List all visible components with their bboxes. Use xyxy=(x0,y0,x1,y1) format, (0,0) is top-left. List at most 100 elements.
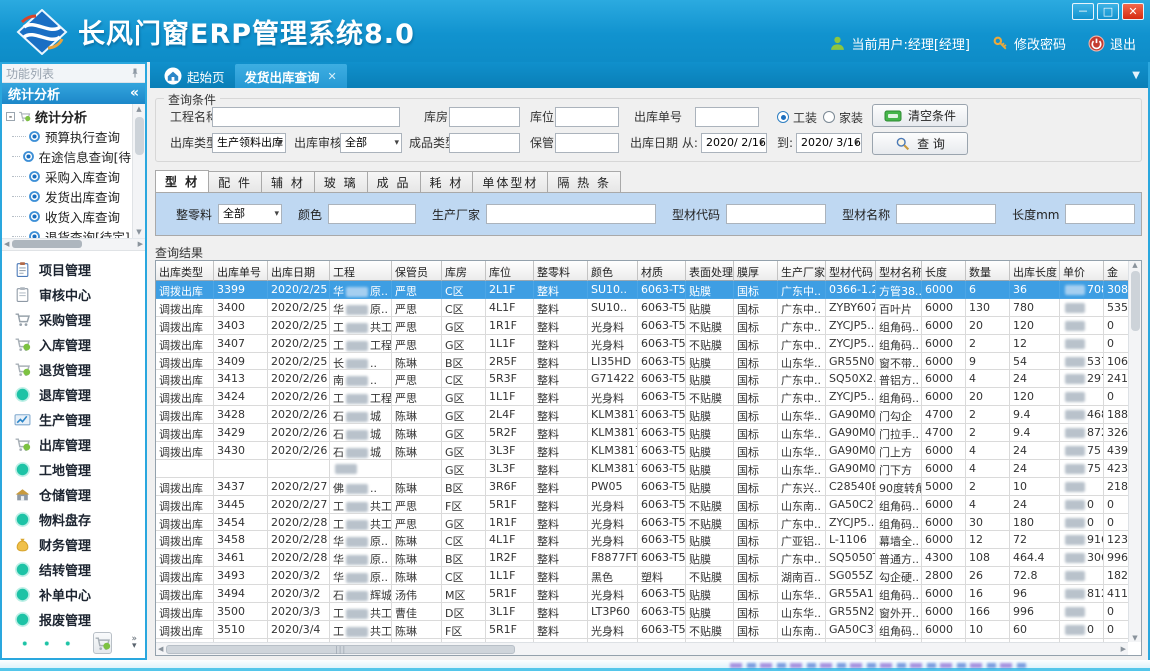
column-header-表面处理[interactable]: 表面处理 xyxy=(686,261,734,281)
table-row[interactable]: 调拨出库34292020/2/26石城陈琳G区5R2F整料KLM38176063… xyxy=(156,424,1128,442)
table-row[interactable]: 调拨出库35102020/3/4工共工程陈琳F区5R1F整料光身料6063-T5… xyxy=(156,621,1128,639)
出库审核-select[interactable]: 全部 xyxy=(340,133,402,153)
工程名称-input[interactable] xyxy=(212,107,400,127)
tree-expander-icon[interactable]: - xyxy=(6,112,15,121)
radio-dot-icon[interactable] xyxy=(777,111,789,123)
tree-item[interactable]: 在途信息查询[待 xyxy=(6,147,131,167)
change-password-button[interactable]: 修改密码 xyxy=(992,34,1066,53)
material-tab-6[interactable]: 耗 材 xyxy=(420,171,474,192)
logout-button[interactable]: 退出 xyxy=(1088,34,1136,53)
sidebar-item-入库管理[interactable]: 入库管理 xyxy=(14,332,145,357)
sidebar-item-仓储管理[interactable]: 仓储管理 xyxy=(14,482,145,507)
tab-close-icon[interactable]: ✕ xyxy=(328,70,337,83)
table-row[interactable]: 调拨出库34372020/2/27佛..陈琳B区3R6F整料PW056063-T… xyxy=(156,478,1128,496)
pin-icon[interactable] xyxy=(129,67,141,79)
column-header-型材代码[interactable]: 型材代码 xyxy=(826,261,876,281)
column-header-工程[interactable]: 工程 xyxy=(330,261,392,281)
module-dot-icon[interactable] xyxy=(65,635,71,652)
table-row[interactable]: 调拨出库34942020/3/2石辉城汤伟M区5R1F整料光身料6063-T5贴… xyxy=(156,585,1128,603)
table-row[interactable]: 调拨出库34582020/2/28华原..陈琳C区4L1F整料光身料6063-T… xyxy=(156,531,1128,549)
column-header-出库类型[interactable]: 出库类型 xyxy=(156,261,214,281)
生产厂家-input[interactable] xyxy=(486,204,656,224)
date-to-picker[interactable]: 2020/ 3/16 xyxy=(796,133,862,153)
sidebar-item-出库管理[interactable]: 出库管理 xyxy=(14,432,145,457)
sidebar-item-结转管理[interactable]: 结转管理 xyxy=(14,557,145,582)
stats-section-header[interactable]: 统计分析 « xyxy=(2,83,145,104)
tree-vertical-scrollbar[interactable]: ▲ ▼ xyxy=(132,104,145,238)
table-row[interactable]: G区3L3F整料KLM38176063-T5贴膜国标山东华..GA90M09.门… xyxy=(156,460,1128,478)
material-tab-7[interactable]: 单体型材 xyxy=(472,171,548,192)
scroll-right-icon[interactable]: ▶ xyxy=(138,240,143,248)
material-tab-3[interactable]: 辅 材 xyxy=(261,171,315,192)
close-button[interactable]: ✕ xyxy=(1122,3,1144,20)
sidebar-item-财务管理[interactable]: 财务管理 xyxy=(14,532,145,557)
tree-item[interactable]: 收货入库查询 xyxy=(6,207,131,227)
scroll-up-icon[interactable]: ▲ xyxy=(1132,261,1137,269)
material-tab-5[interactable]: 成 品 xyxy=(367,171,421,192)
库位-input[interactable] xyxy=(555,107,619,127)
column-header-出库日期[interactable]: 出库日期 xyxy=(268,261,330,281)
date-from-picker[interactable]: 2020/ 2/16 xyxy=(701,133,767,153)
table-row[interactable]: 调拨出库34452020/2/27工共工程严思F区5R1F整料光身料6063-T… xyxy=(156,496,1128,514)
column-header-库位[interactable]: 库位 xyxy=(486,261,534,281)
table-row[interactable]: 调拨出库34032020/2/25工共工程严思G区1R1F整料光身料6063-T… xyxy=(156,317,1128,335)
column-header-整零料[interactable]: 整零料 xyxy=(534,261,588,281)
table-row[interactable]: 调拨出库34002020/2/25华原..严思C区4L1F整料SU10..606… xyxy=(156,299,1128,317)
table-row[interactable]: 调拨出库34302020/2/26石城陈琳G区3L3F整料KLM38176063… xyxy=(156,442,1128,460)
成品类型-input[interactable] xyxy=(449,133,520,153)
table-row[interactable]: 调拨出库34282020/2/26石城陈琳G区2L4F整料KLM38176063… xyxy=(156,406,1128,424)
column-header-生产厂家[interactable]: 生产厂家 xyxy=(778,261,826,281)
table-row[interactable]: 调拨出库34612020/2/28华原..陈琳B区1R2F整料F8877FT60… xyxy=(156,549,1128,567)
material-tab-8[interactable]: 隔 热 条 xyxy=(547,171,621,192)
库房-input[interactable] xyxy=(449,107,520,127)
scroll-down-icon[interactable]: ▼ xyxy=(1132,634,1137,642)
tree-root[interactable]: -统计分析 xyxy=(6,107,131,127)
tree-item[interactable]: 退货查询[待定] xyxy=(6,227,131,239)
radio-dot-icon[interactable] xyxy=(823,111,835,123)
tabbar-chevron-down-icon[interactable]: ▼ xyxy=(1132,70,1140,81)
module-dot-icon[interactable] xyxy=(44,635,50,652)
scroll-down-icon[interactable]: ▼ xyxy=(136,227,141,238)
cart-module-button[interactable] xyxy=(93,632,112,654)
tree-item[interactable]: 预算执行查询 xyxy=(6,127,131,147)
table-row[interactable]: 调拨出库35002020/3/3工共工程曹佳D区3L1F整料LT3P606063… xyxy=(156,603,1128,621)
sidebar-item-退货管理[interactable]: 退货管理 xyxy=(14,357,145,382)
table-row[interactable]: 调拨出库34072020/2/25工工程严思G区1L1F整料光身料6063-T5… xyxy=(156,335,1128,353)
sidebar-item-报废管理[interactable]: 报废管理 xyxy=(14,607,145,632)
table-row[interactable]: 调拨出库34542020/2/28工共工程严思G区1R1F整料光身料6063-T… xyxy=(156,514,1128,532)
型材名称-input[interactable] xyxy=(896,204,996,224)
material-tab-2[interactable]: 配 件 xyxy=(208,171,262,192)
scroll-thumb[interactable] xyxy=(12,240,82,248)
出库单号-input[interactable] xyxy=(695,107,759,127)
table-row[interactable]: 调拨出库34242020/2/26工工程严思G区1L1F整料光身料6063-T5… xyxy=(156,388,1128,406)
整零料-select[interactable]: 全部 xyxy=(218,204,282,224)
table-row[interactable]: 调拨出库34092020/2/25长..陈琳B区2R5F整料LI35HD6063… xyxy=(156,353,1128,371)
tab-shipping-query[interactable]: 发货出库查询 ✕ xyxy=(235,64,347,88)
长度mm-input[interactable] xyxy=(1065,204,1135,224)
more-modules-button[interactable]: »▾ xyxy=(132,636,138,650)
scroll-thumb[interactable]: ||| xyxy=(166,645,514,654)
颜色-input[interactable] xyxy=(328,204,416,224)
sidebar-item-工地管理[interactable]: 工地管理 xyxy=(14,457,145,482)
scroll-up-icon[interactable]: ▲ xyxy=(136,104,141,115)
maximize-button[interactable]: □ xyxy=(1097,3,1119,20)
column-header-型材名称[interactable]: 型材名称 xyxy=(876,261,922,281)
tab-home[interactable]: 起始页 xyxy=(154,64,235,88)
tree-item[interactable]: 采购入库查询 xyxy=(6,167,131,187)
clear-conditions-button[interactable]: 清空条件 xyxy=(872,104,968,127)
search-button[interactable]: 查 询 xyxy=(872,132,968,155)
column-header-膜厚[interactable]: 膜厚 xyxy=(734,261,778,281)
sidebar-item-生产管理[interactable]: 生产管理 xyxy=(14,407,145,432)
minimize-button[interactable]: － xyxy=(1072,3,1094,20)
scroll-left-icon[interactable]: ◀ xyxy=(158,645,163,653)
scroll-right-icon[interactable]: ▶ xyxy=(1121,645,1126,653)
radio-家装[interactable]: 家装 xyxy=(823,107,863,127)
column-header-出库单号[interactable]: 出库单号 xyxy=(214,261,268,281)
tree-item[interactable]: 发货出库查询 xyxy=(6,187,131,207)
sidebar-item-采购管理[interactable]: 采购管理 xyxy=(14,307,145,332)
column-header-单价[interactable]: 单价 xyxy=(1060,261,1104,281)
radio-工装[interactable]: 工装 xyxy=(777,107,817,127)
sidebar-item-补单中心[interactable]: 补单中心 xyxy=(14,582,145,607)
module-dot-icon[interactable] xyxy=(22,635,28,652)
column-header-保管员[interactable]: 保管员 xyxy=(392,261,442,281)
